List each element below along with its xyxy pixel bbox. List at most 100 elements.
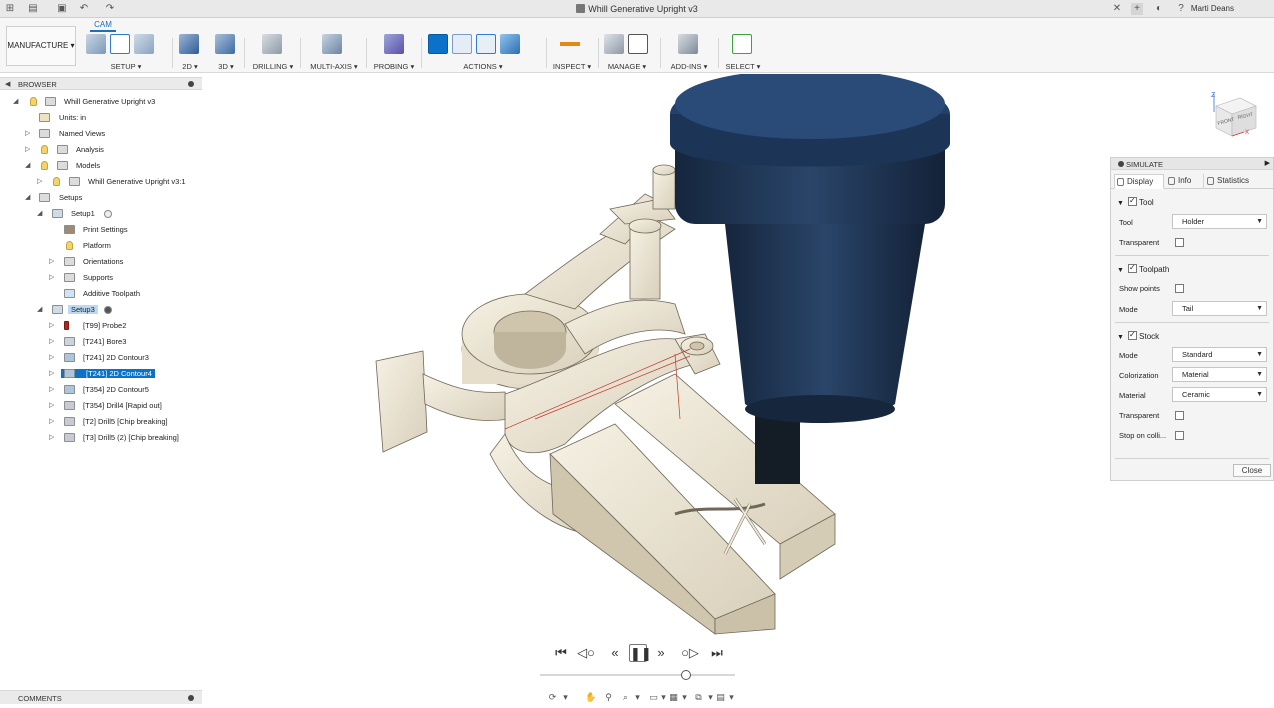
- stop-on-collision-checkbox[interactable]: [1175, 431, 1184, 440]
- tree-item-named-views[interactable]: ▷ Named Views: [0, 128, 200, 141]
- tree-item-operation[interactable]: ▷ [T3] Drill5 (2) [Chip breaking]: [0, 432, 200, 445]
- user-name[interactable]: Marti Deans: [1191, 4, 1234, 13]
- chevron-down-icon[interactable]: ▾: [679, 692, 690, 702]
- folder-setup-icon[interactable]: [134, 34, 154, 54]
- tree-item-platform[interactable]: Platform: [0, 240, 200, 253]
- tree-item-operation[interactable]: ▷ [T241] Bore3: [0, 336, 200, 349]
- help-icon[interactable]: ?: [1175, 3, 1187, 15]
- collapse-icon[interactable]: ◢: [25, 161, 30, 169]
- expand-icon[interactable]: ▷: [49, 369, 54, 377]
- active-setup-radio[interactable]: [104, 306, 112, 314]
- 3d-milling-icon[interactable]: [215, 34, 235, 54]
- tree-item-model-component[interactable]: ▷ Whill Generative Upright v3:1: [0, 176, 200, 189]
- zoom-icon[interactable]: ⚲: [603, 692, 614, 702]
- collapse-browser-icon[interactable]: ◀: [5, 80, 10, 88]
- expand-icon[interactable]: ▷: [37, 177, 42, 185]
- activate-setup-radio[interactable]: [104, 210, 112, 218]
- colorization-select[interactable]: Material ▼: [1172, 367, 1267, 382]
- skip-to-start-icon[interactable]: ⏮: [552, 644, 570, 662]
- tree-item-setup1[interactable]: ◢ Setup1: [0, 208, 200, 221]
- multi-axis-group[interactable]: MULTI-AXIS ▾: [308, 34, 360, 71]
- stock-section-header[interactable]: ▼ Stock: [1117, 330, 1159, 341]
- collapse-icon[interactable]: ◢: [37, 209, 42, 217]
- simulation-timeline[interactable]: [540, 670, 735, 680]
- tool-visible-checkbox[interactable]: [1127, 196, 1137, 206]
- simulate-header[interactable]: SIMULATE ▶: [1111, 158, 1273, 170]
- tree-item-units[interactable]: Units: in: [0, 112, 200, 125]
- tab-display[interactable]: Display: [1114, 174, 1164, 189]
- view-cube[interactable]: Z X FRONT RIGHT: [1210, 92, 1260, 140]
- zoom-window-icon[interactable]: ⌕: [620, 692, 631, 702]
- browser-header[interactable]: ◀ BROWSER: [0, 77, 202, 90]
- tree-item-analysis[interactable]: ▷ Analysis: [0, 144, 200, 157]
- tab-info[interactable]: Info: [1166, 174, 1204, 189]
- expand-icon[interactable]: ▷: [49, 257, 54, 265]
- expand-icon[interactable]: ▷: [49, 353, 54, 361]
- visibility-bulb-icon[interactable]: [41, 145, 48, 154]
- expand-icon[interactable]: ▷: [25, 145, 30, 153]
- multi-axis-icon[interactable]: [322, 34, 342, 54]
- orbit-icon[interactable]: ⟳: [547, 692, 558, 702]
- play-pause-icon[interactable]: ❚❚: [629, 644, 652, 662]
- skip-to-end-icon[interactable]: ⏭: [708, 644, 726, 662]
- probe-icon[interactable]: [384, 34, 404, 54]
- tool-section-header[interactable]: ▼ Tool: [1117, 196, 1154, 207]
- tree-item-models[interactable]: ◢ Models: [0, 160, 200, 173]
- expand-icon[interactable]: ▷: [49, 433, 54, 441]
- tool-display-select[interactable]: Holder ▼: [1172, 214, 1267, 229]
- pan-icon[interactable]: ✋: [585, 692, 596, 702]
- tree-item-operation[interactable]: ▷ [T354] 2D Contour5: [0, 384, 200, 397]
- template-library-icon[interactable]: [628, 34, 648, 54]
- comments-bar[interactable]: COMMENTS: [0, 690, 202, 704]
- tool-transparent-checkbox[interactable]: [1175, 238, 1184, 247]
- drill-icon[interactable]: [262, 34, 282, 54]
- new-setup-icon[interactable]: [86, 34, 106, 54]
- actions-group[interactable]: ACTIONS ▾: [428, 34, 538, 71]
- chevron-down-icon[interactable]: ▾: [560, 692, 571, 702]
- post-process-icon[interactable]: [452, 34, 472, 54]
- stock-transparent-checkbox[interactable]: [1175, 411, 1184, 420]
- workspace-switcher[interactable]: MANUFACTURE ▾: [6, 26, 76, 66]
- setup-group[interactable]: SETUP ▾: [86, 34, 166, 71]
- toolpath-visible-checkbox[interactable]: [1127, 263, 1137, 273]
- grid-snaps-icon[interactable]: ▦: [668, 692, 679, 702]
- tab-statistics[interactable]: Statistics: [1205, 174, 1273, 189]
- tree-item-setup3[interactable]: ◢ Setup3: [0, 304, 200, 317]
- viewports-icon[interactable]: ⧉: [693, 692, 704, 702]
- close-icon[interactable]: ✕: [1111, 3, 1123, 15]
- setup-sheet-action-icon[interactable]: [476, 34, 496, 54]
- tree-item-orientations[interactable]: ▷ Orientations: [0, 256, 200, 269]
- add-ins-group[interactable]: ADD-INS ▾: [668, 34, 710, 71]
- collapse-icon[interactable]: ◢: [13, 97, 18, 105]
- drilling-group[interactable]: DRILLING ▾: [252, 34, 294, 71]
- chevron-down-icon[interactable]: ▾: [726, 692, 737, 702]
- toolpath-section-header[interactable]: ▼ Toolpath: [1117, 263, 1169, 274]
- expand-panel-icon[interactable]: ▶: [1265, 159, 1270, 167]
- previous-operation-icon[interactable]: ◁○: [577, 644, 595, 662]
- jobs-icon[interactable]: ◐: [1153, 3, 1165, 15]
- 2d-milling-icon[interactable]: [179, 34, 199, 54]
- visibility-bulb-icon[interactable]: [66, 241, 73, 250]
- probing-group[interactable]: PROBING ▾: [373, 34, 415, 71]
- toolpath-mode-select[interactable]: Tail ▼: [1172, 301, 1267, 316]
- panel-pin-icon[interactable]: [1118, 161, 1124, 167]
- manage-group[interactable]: MANAGE ▾: [604, 34, 650, 71]
- visibility-bulb-icon[interactable]: [30, 97, 37, 106]
- setup-sheet-icon[interactable]: [110, 34, 130, 54]
- generate-icon[interactable]: [500, 34, 520, 54]
- close-button[interactable]: Close: [1233, 464, 1271, 477]
- inspect-group[interactable]: INSPECT ▾: [552, 34, 592, 71]
- collapse-icon[interactable]: ◢: [37, 305, 42, 313]
- simulate-icon[interactable]: [428, 34, 448, 54]
- tool-library-icon[interactable]: [604, 34, 624, 54]
- expand-icon[interactable]: ▷: [25, 129, 30, 137]
- timeline-scrubber[interactable]: [680, 670, 691, 680]
- select-group[interactable]: SELECT ▾: [724, 34, 762, 71]
- expand-icon[interactable]: ▷: [49, 385, 54, 393]
- step-forward-icon[interactable]: »: [652, 644, 670, 662]
- expand-icon[interactable]: ▷: [49, 417, 54, 425]
- visibility-bulb-icon[interactable]: [53, 177, 60, 186]
- tree-item-operation-selected[interactable]: ▷ [T241] 2D Contour4: [0, 368, 200, 381]
- stock-mode-select[interactable]: Standard ▼: [1172, 347, 1267, 362]
- measure-icon[interactable]: [560, 34, 580, 54]
